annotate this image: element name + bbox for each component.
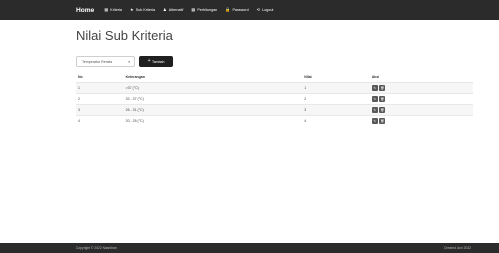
- lock-icon: 🔒: [225, 6, 231, 12]
- footer-created: Created Juni 2022: [444, 246, 471, 250]
- nav-item-kriteria[interactable]: ▦ Kriteria: [104, 6, 122, 12]
- add-button-label: Tambah: [151, 59, 165, 64]
- trash-icon: 🗑: [380, 107, 385, 112]
- cell-no: 3: [76, 104, 124, 116]
- row-actions: ✎ 🗑: [371, 107, 471, 113]
- row-actions: ✎ 🗑: [371, 118, 471, 124]
- edit-button[interactable]: ✎: [371, 96, 378, 102]
- cell-keterangan: 26 - 31 (°C): [123, 104, 303, 116]
- cell-keterangan: 32 - 37 (°C): [123, 93, 303, 105]
- table-row: 3 26 - 31 (°C) 3 ✎ 🗑: [76, 104, 473, 116]
- table-header-keterangan: Keterangan: [125, 75, 145, 79]
- star-icon: ★: [129, 6, 134, 12]
- table-header-aksi: Aksi: [371, 75, 380, 79]
- main-content: Nilai Sub Kriteria Temperatur Rerata ▾ +…: [76, 24, 473, 126]
- cell-nilai: 3: [302, 104, 370, 116]
- table-icon: ▦: [191, 6, 196, 12]
- nav-item-label: Password: [232, 7, 249, 12]
- row-actions: ✎ 🗑: [371, 96, 471, 102]
- edit-icon: ✎: [373, 118, 376, 123]
- plus-icon: +: [147, 58, 151, 64]
- nav-item-sub-kriteria[interactable]: ★ Sub Kriteria: [129, 6, 156, 12]
- cell-no: 4: [76, 115, 124, 126]
- nav-item-label: Sub Kriteria: [135, 7, 156, 12]
- delete-button[interactable]: 🗑: [379, 118, 386, 124]
- cell-keterangan: >37 (°C): [123, 82, 303, 94]
- table-header-no: No: [78, 75, 83, 79]
- sub-kriteria-table: No Keterangan Nilai Aksi 1 >37 (°C) 1 ✎ …: [76, 72, 473, 126]
- cell-keterangan: 20 - 25 (°C): [123, 115, 303, 126]
- page-title: Nilai Sub Kriteria: [76, 28, 173, 43]
- toolbar: Temperatur Rerata ▾ + Tambah: [76, 56, 173, 67]
- edit-icon: ✎: [373, 85, 376, 90]
- nav-item-label: Logout: [262, 7, 274, 12]
- page-footer: Copyright © 2022 Nasrkhan Created Juni 2…: [0, 243, 499, 253]
- edit-button[interactable]: ✎: [371, 85, 378, 91]
- logout-icon: ⟲: [256, 6, 261, 12]
- cell-nilai: 4: [302, 115, 370, 126]
- table-row: 2 32 - 37 (°C) 2 ✎ 🗑: [76, 93, 473, 105]
- top-navbar: Home ▦ Kriteria ★ Sub Kriteria ♟ Alterna…: [0, 0, 499, 20]
- table-row: 4 20 - 25 (°C) 4 ✎ 🗑: [76, 115, 473, 126]
- edit-icon: ✎: [373, 107, 376, 112]
- nav-item-label: Alternatif: [168, 7, 184, 12]
- edit-icon: ✎: [373, 96, 376, 101]
- brand-home-link[interactable]: Home: [76, 7, 94, 14]
- kriteria-select[interactable]: Temperatur Rerata ▾: [76, 56, 135, 67]
- cell-aksi: ✎ 🗑: [369, 93, 473, 105]
- cell-nilai: 1: [302, 82, 370, 94]
- cell-no: 2: [76, 93, 124, 105]
- delete-button[interactable]: 🗑: [379, 96, 386, 102]
- cell-aksi: ✎ 🗑: [369, 115, 473, 126]
- table-header-row: No Keterangan Nilai Aksi: [76, 72, 473, 83]
- footer-copyright: Copyright © 2022 Nasrkhan: [76, 246, 117, 250]
- trash-icon: 🗑: [380, 96, 385, 101]
- sub-kriteria-table-wrap: No Keterangan Nilai Aksi 1 >37 (°C) 1 ✎ …: [76, 72, 473, 126]
- nav-item-password[interactable]: 🔒 Password: [225, 6, 249, 12]
- grid-icon: ▦: [104, 6, 109, 12]
- add-button[interactable]: + Tambah: [139, 56, 173, 67]
- cell-aksi: ✎ 🗑: [369, 104, 473, 116]
- cell-no: 1: [76, 82, 124, 94]
- table-header-nilai: Nilai: [304, 75, 312, 79]
- row-actions: ✎ 🗑: [371, 85, 471, 91]
- nav-item-alternatif[interactable]: ♟ Alternatif: [163, 6, 184, 12]
- delete-button[interactable]: 🗑: [379, 85, 386, 91]
- selected-option: Temperatur Rerata: [82, 59, 112, 64]
- nav-item-logout[interactable]: ⟲ Logout: [256, 6, 274, 12]
- delete-button[interactable]: 🗑: [379, 107, 386, 113]
- cell-nilai: 2: [302, 93, 370, 105]
- cell-aksi: ✎ 🗑: [369, 82, 473, 94]
- edit-button[interactable]: ✎: [371, 107, 378, 113]
- nav-item-perhitungan[interactable]: ▦ Perhitungan: [191, 6, 218, 12]
- trash-icon: 🗑: [380, 118, 385, 123]
- user-icon: ♟: [163, 6, 167, 12]
- trash-icon: 🗑: [380, 85, 385, 90]
- table-row: 1 >37 (°C) 1 ✎ 🗑: [76, 82, 473, 94]
- edit-button[interactable]: ✎: [371, 118, 378, 124]
- chevron-down-icon: ▾: [128, 59, 130, 64]
- nav-item-label: Perhitungan: [197, 7, 218, 12]
- nav-item-label: Kriteria: [110, 7, 122, 12]
